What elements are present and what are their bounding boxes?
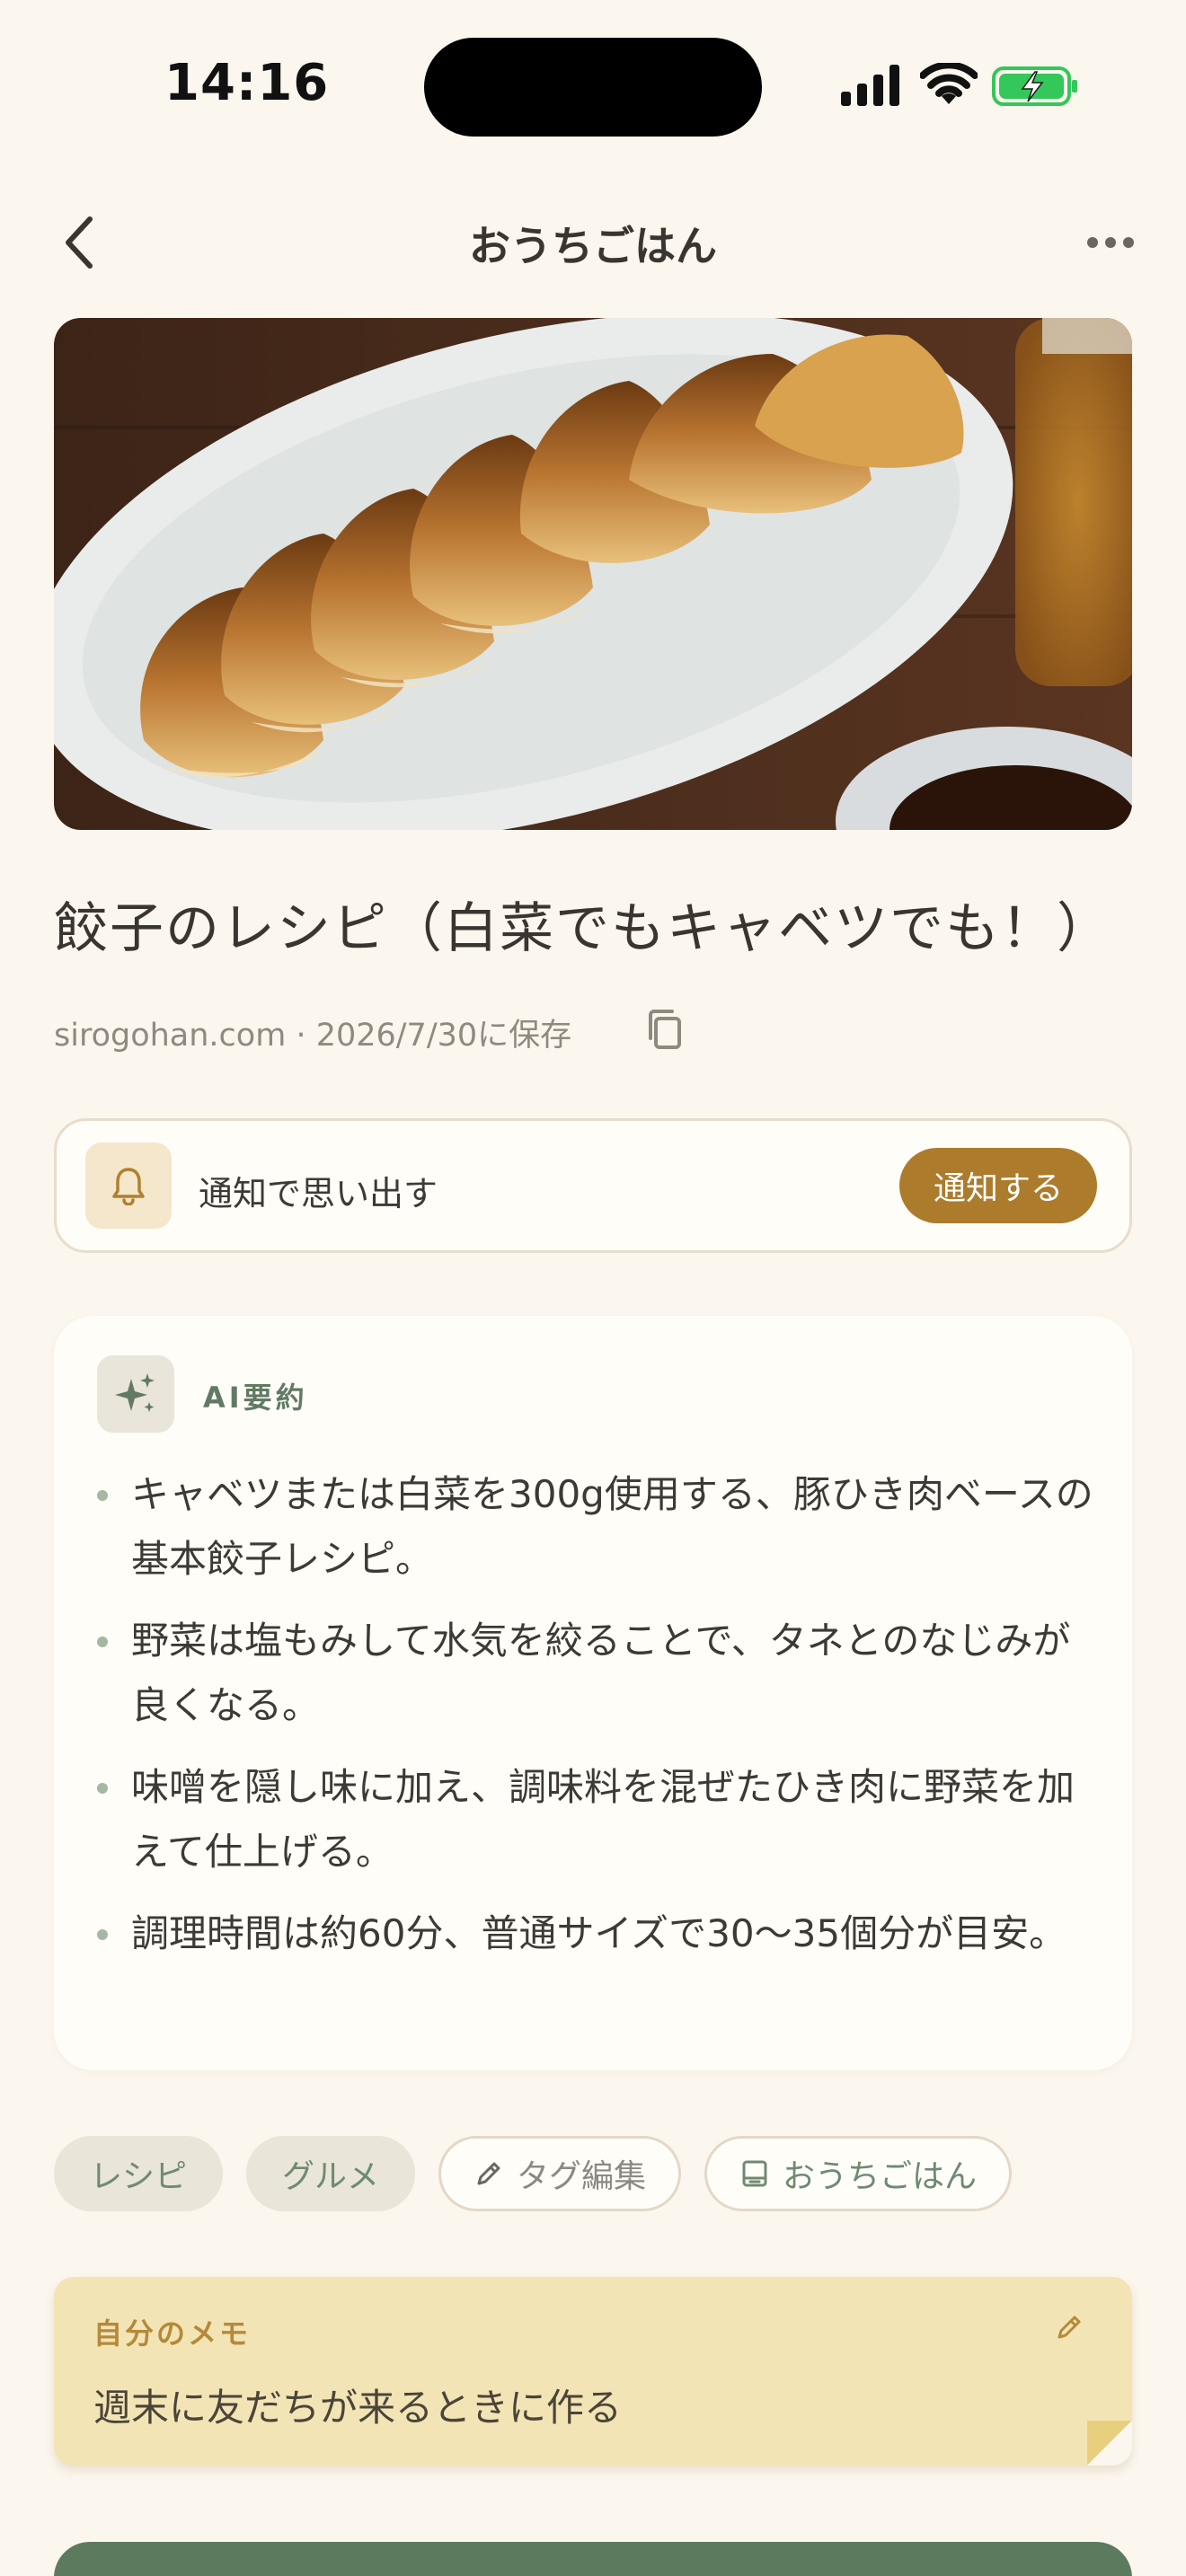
tag-row: レシピ グルメ タグ編集 おうちごはん [54,2136,1013,2211]
notify-button[interactable]: 通知する [899,1148,1097,1223]
collection-label: おうちごはん [783,2158,978,2195]
ai-summary-item: 調理時間は約60分、普通サイズで30〜35個分が目安。 [97,1901,1094,1966]
reminder-icon-box [85,1142,172,1229]
memo-fold-corner [1087,2421,1132,2466]
tag-chip[interactable]: グルメ [246,2136,416,2211]
sparkle-icon [115,1373,155,1412]
copy-button[interactable] [640,1004,690,1054]
memo-label: 自分のメモ [93,2316,252,2351]
more-icon [1087,237,1134,248]
more-button[interactable] [1078,216,1143,269]
back-button[interactable] [50,208,108,277]
ai-summary-card: AI要約 キャベツまたは白菜を300g使用する、豚ひき肉ベースの基本餃子レシピ。… [54,1316,1132,2070]
ai-summary-label: AI要約 [203,1381,308,1415]
dynamic-island [424,38,762,137]
bell-icon [112,1168,145,1205]
article-meta: sirogohan.com · 2026/7/30に保存 [54,1018,572,1054]
pencil-icon [477,2162,500,2185]
wifi-icon [920,63,978,104]
memo-card[interactable]: 自分のメモ 週末に友だちが来るときに作る [54,2277,1132,2466]
collection-button[interactable]: おうちごはん [704,2136,1013,2211]
reminder-card: 通知で思い出す 通知する [54,1118,1132,1253]
edit-tags-label: タグ編集 [517,2158,647,2195]
status-bar: 14:16 [0,0,1186,171]
tag-chip[interactable]: レシピ [54,2136,224,2211]
ai-summary-item: 野菜は塩もみして水気を絞ることで、タネとのなじみが良くなる。 [97,1609,1094,1738]
ai-summary-list: キャベツまたは白菜を300g使用する、豚ひき肉ベースの基本餃子レシピ。 野菜は塩… [97,1462,1094,1983]
reminder-label: 通知で思い出す [199,1174,438,1213]
chevron-left-icon [66,216,93,269]
collection-icon [742,2160,767,2187]
ai-summary-item: 味噌を隠し味に加え、調味料を混ぜたひき肉に野菜を加えて仕上げる。 [97,1755,1094,1884]
cellular-signal-icon [841,65,899,106]
bottom-action-button[interactable] [54,2542,1132,2576]
ai-summary-item: キャベツまたは白菜を300g使用する、豚ひき肉ベースの基本餃子レシピ。 [97,1462,1094,1592]
battery-charging-icon [992,66,1077,106]
ai-icon-box [97,1355,174,1433]
memo-edit-button[interactable] [1046,2304,1093,2351]
pencil-icon [1058,2316,1081,2339]
hero-image[interactable] [54,318,1132,830]
memo-text: 週末に友だちが来るときに作る [93,2386,623,2430]
article-title: 餃子のレシピ（白菜でもキャベツでも！） [54,897,1112,960]
navigation-bar: おうちごはん [0,189,1186,296]
edit-tags-button[interactable]: タグ編集 [438,2136,682,2211]
status-time: 14:16 [164,54,330,112]
copy-icon [649,1010,681,1049]
page-title: おうちごはん [469,222,717,270]
